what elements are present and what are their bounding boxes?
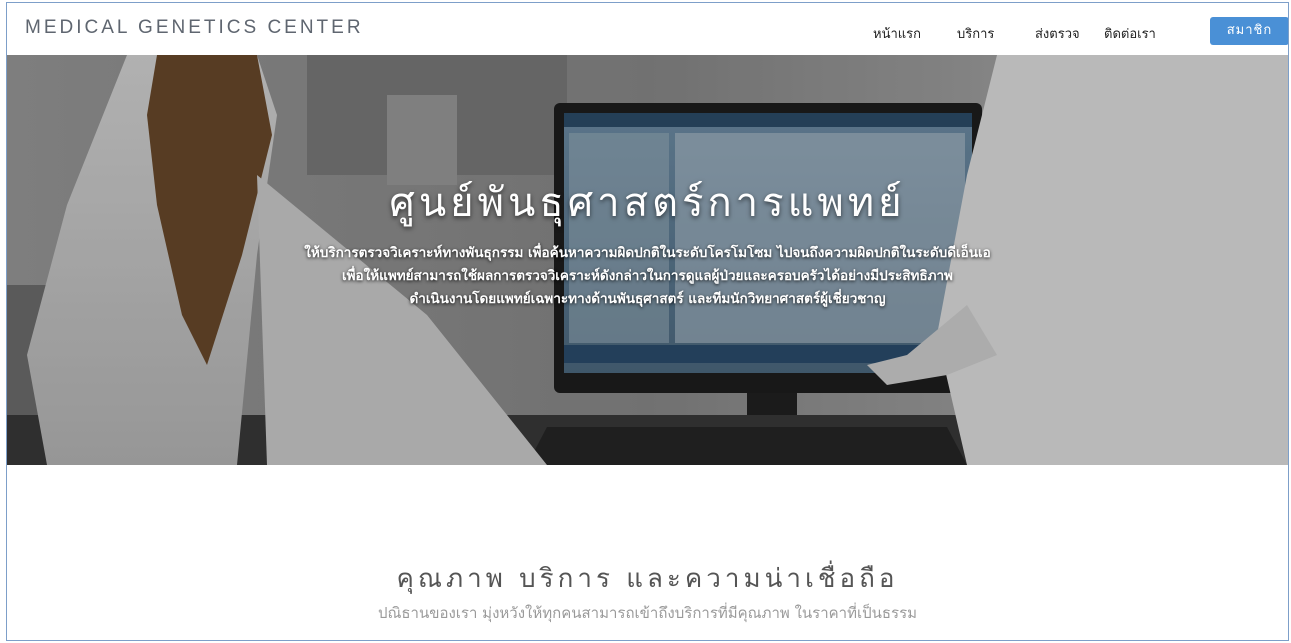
- section-subtitle: ปณิธานของเรา มุ่งหวังให้ทุกคนสามารถเข้าถ…: [377, 604, 918, 622]
- page-frame: MEDICAL GENETICS CENTER หน้าแรก บริการ ส…: [6, 2, 1289, 641]
- hero-description-line-3: ดำเนินงานโดยแพทย์เฉพาะทางด้านพันธุศาสตร์…: [409, 291, 886, 307]
- brand-logo[interactable]: MEDICAL GENETICS CENTER: [25, 17, 364, 39]
- nav-link-contact[interactable]: ติดต่อเรา: [1104, 23, 1156, 44]
- nav-link-home[interactable]: หน้าแรก: [873, 23, 921, 44]
- section-title: คุณภาพ บริการ และความน่าเชื่อถือ: [396, 564, 899, 594]
- hero-description-line-1: ให้บริการตรวจวิเคราะห์ทางพันธุกรรม เพื่อ…: [304, 245, 991, 261]
- hero-banner: ศูนย์พันธุศาสตร์การแพทย์ ให้บริการตรวจวิ…: [7, 55, 1288, 465]
- hero-title: ศูนย์พันธุศาสตร์การแพทย์: [389, 180, 906, 226]
- nav-link-submit-test[interactable]: ส่งตรวจ: [1035, 23, 1080, 44]
- navbar: MEDICAL GENETICS CENTER หน้าแรก บริการ ส…: [7, 3, 1288, 55]
- hero-description-line-2: เพื่อให้แพทย์สามารถใช้ผลการตรวจวิเคราะห์…: [342, 268, 953, 284]
- nav-link-services[interactable]: บริการ: [957, 23, 994, 44]
- member-button[interactable]: สมาชิก: [1210, 17, 1288, 45]
